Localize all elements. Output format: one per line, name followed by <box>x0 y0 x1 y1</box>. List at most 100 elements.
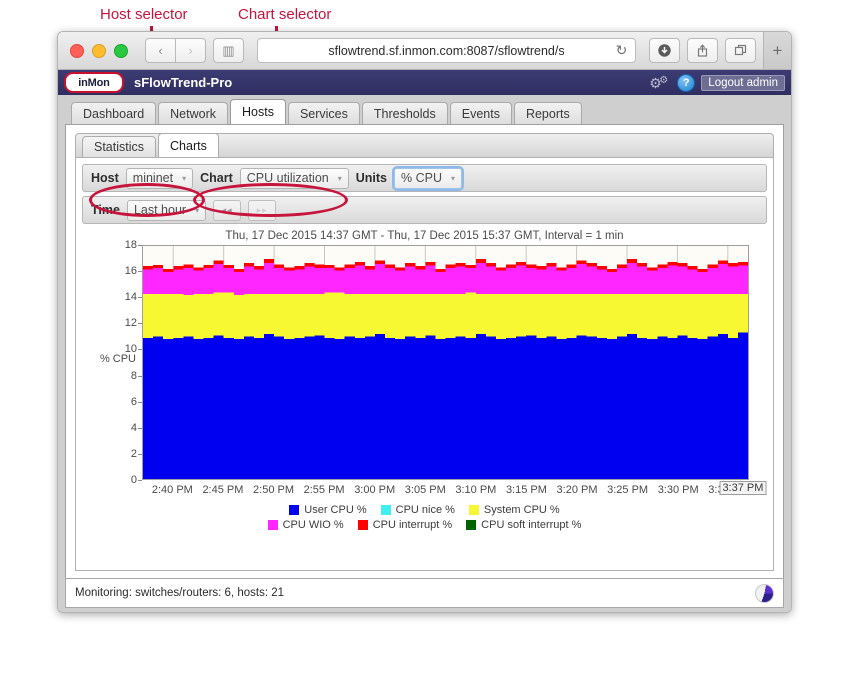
tab-charts[interactable]: Charts <box>158 133 219 157</box>
legend-label: CPU WIO % <box>282 519 344 531</box>
legend-item-cpu-soft-interrupt[interactable]: CPU soft interrupt % <box>466 519 581 531</box>
units-select-value: % CPU <box>401 171 442 185</box>
legend-row-1: User CPU % CPU nice % System CPU % <box>289 504 560 516</box>
y-tick-mark <box>138 401 142 403</box>
y-tick-mark <box>138 271 142 273</box>
x-tick-label: 2:40 PM <box>151 484 193 496</box>
url-text: sflowtrend.sf.inmon.com:8087/sflowtrend/… <box>328 43 565 58</box>
address-bar[interactable]: sflowtrend.sf.inmon.com:8087/sflowtrend/… <box>257 38 636 63</box>
help-icon[interactable]: ? <box>677 73 696 92</box>
y-tick-label: 2 <box>130 447 137 460</box>
legend-item-cpu-nice[interactable]: CPU nice % <box>380 504 455 516</box>
reload-icon[interactable]: ↻ <box>614 42 629 58</box>
legend-item-system-cpu[interactable]: System CPU % <box>468 504 560 516</box>
chart-select-value: CPU utilization <box>246 171 329 185</box>
tab-reports[interactable]: Reports <box>513 102 582 124</box>
legend-swatch <box>357 520 368 530</box>
sidebar-icon[interactable]: ▥ <box>213 38 244 63</box>
new-tab-button[interactable]: + <box>763 32 791 69</box>
time-prev-button[interactable]: ◂◂ <box>213 199 242 221</box>
time-next-button[interactable]: ▸▸ <box>248 199 277 221</box>
charts-panel: Host mininet ▾ Chart CPU utilization ▾ U… <box>75 158 774 571</box>
maximize-window-icon[interactable] <box>114 43 128 58</box>
host-select[interactable]: mininet ▾ <box>125 167 194 189</box>
y-tick-label: 10 <box>124 343 137 356</box>
y-tick-label: 0 <box>130 474 137 486</box>
chart-legend: User CPU % CPU nice % System CPU % CPU W… <box>82 504 767 531</box>
chevron-down-icon: ▾ <box>182 173 187 183</box>
status-bar-container: Monitoring: switches/routers: 6, hosts: … <box>58 578 791 612</box>
chart-title: Thu, 17 Dec 2015 14:37 GMT - Thu, 17 Dec… <box>225 230 624 242</box>
inmon-logo: inMon <box>64 72 124 93</box>
minimize-window-icon[interactable] <box>92 43 106 58</box>
y-tick-label: 16 <box>124 265 137 278</box>
legend-label: CPU nice % <box>395 504 455 516</box>
browser-window: ‹ › ▥ sflowtrend.sf.inmon.com:8087/sflow… <box>57 31 792 613</box>
x-axis-cursor-tooltip: 3:37 PM <box>719 481 767 495</box>
window-traffic-lights <box>70 43 128 58</box>
y-tick-label: 4 <box>130 421 137 434</box>
chevron-down-icon: ▾ <box>195 205 200 215</box>
y-tick-label: 12 <box>124 317 137 330</box>
legend-label: CPU interrupt % <box>372 519 453 531</box>
app-header: inMon sFlowTrend-Pro ⚙ ⚙ ? Logout admin <box>58 70 791 95</box>
tab-dashboard[interactable]: Dashboard <box>71 102 157 124</box>
time-select[interactable]: Last hour ▾ <box>126 199 207 221</box>
legend-item-cpu-wio[interactable]: CPU WIO % <box>267 519 344 531</box>
content-panel: Statistics Charts Host mininet ▾ Chart C… <box>65 124 784 586</box>
x-tick-label: 3:15 PM <box>505 484 547 496</box>
chart-select[interactable]: CPU utilization ▾ <box>239 167 349 189</box>
plot-canvas[interactable] <box>142 245 749 480</box>
host-select-value: mininet <box>132 171 174 185</box>
annotation-host-selector: Host selector <box>100 6 188 23</box>
header-right-group: ⚙ ⚙ ? Logout admin <box>649 73 785 92</box>
back-icon[interactable]: ‹ <box>145 38 176 63</box>
legend-item-cpu-interrupt[interactable]: CPU interrupt % <box>357 519 453 531</box>
legend-label: CPU soft interrupt % <box>481 519 582 531</box>
y-tick-label: 14 <box>124 291 137 304</box>
x-tick-label: 2:55 PM <box>303 484 345 496</box>
time-row: Time Last hour ▾ ◂◂ ▸▸ <box>82 196 767 224</box>
time-select-value: Last hour <box>133 203 187 217</box>
y-tick-mark <box>138 349 142 351</box>
logout-button[interactable]: Logout admin <box>701 74 785 91</box>
browser-toolbar: ‹ › ▥ sflowtrend.sf.inmon.com:8087/sflow… <box>58 32 791 70</box>
x-tick-label: 2:45 PM <box>202 484 244 496</box>
chart-label: Chart <box>200 171 233 185</box>
tab-network[interactable]: Network <box>158 102 228 124</box>
y-tick-label: 8 <box>130 369 137 382</box>
tab-statistics[interactable]: Statistics <box>82 136 157 157</box>
legend-row-2: CPU WIO % CPU interrupt % CPU soft inter… <box>267 519 581 531</box>
units-select[interactable]: % CPU ▾ <box>392 165 464 191</box>
x-tick-label: 3:00 PM <box>354 484 396 496</box>
y-tick-mark <box>138 480 142 481</box>
y-tick-mark <box>138 297 142 299</box>
app-body: Dashboard Network Hosts Services Thresho… <box>58 95 791 612</box>
chart-area: Thu, 17 Dec 2015 14:37 GMT - Thu, 17 Dec… <box>82 230 767 548</box>
x-tick-label: 2:50 PM <box>253 484 294 496</box>
tab-thresholds[interactable]: Thresholds <box>361 102 448 124</box>
inmon-status-logo-icon <box>755 584 774 603</box>
download-icon[interactable] <box>649 38 680 63</box>
close-window-icon[interactable] <box>70 43 84 58</box>
nav-buttons: ‹ › <box>145 38 206 63</box>
annotation-chart-selector: Chart selector <box>238 6 332 23</box>
time-label: Time <box>91 203 120 217</box>
plot-wrapper: % CPU 0 2 4 6 8 10 12 14 16 18 2:40 PM 2:45 PM 2:50 … <box>100 239 767 496</box>
settings-gear-icon[interactable]: ⚙ ⚙ <box>649 75 671 91</box>
legend-swatch <box>380 505 391 515</box>
tab-events[interactable]: Events <box>449 102 512 124</box>
status-bar: Monitoring: switches/routers: 6, hosts: … <box>65 578 784 608</box>
chevron-down-icon: ▾ <box>337 173 342 183</box>
show-tabs-icon[interactable] <box>725 38 756 63</box>
forward-icon[interactable]: › <box>176 38 206 63</box>
share-icon[interactable] <box>687 38 718 63</box>
legend-item-user-cpu[interactable]: User CPU % <box>289 504 367 516</box>
y-tick-mark <box>138 245 142 246</box>
tab-services[interactable]: Services <box>287 102 360 124</box>
chart-svg <box>143 246 748 479</box>
sub-tab-bar: Statistics Charts <box>75 133 774 158</box>
chevron-down-icon: ▾ <box>450 173 455 183</box>
host-label: Host <box>91 171 119 185</box>
tab-hosts[interactable]: Hosts <box>230 99 286 124</box>
